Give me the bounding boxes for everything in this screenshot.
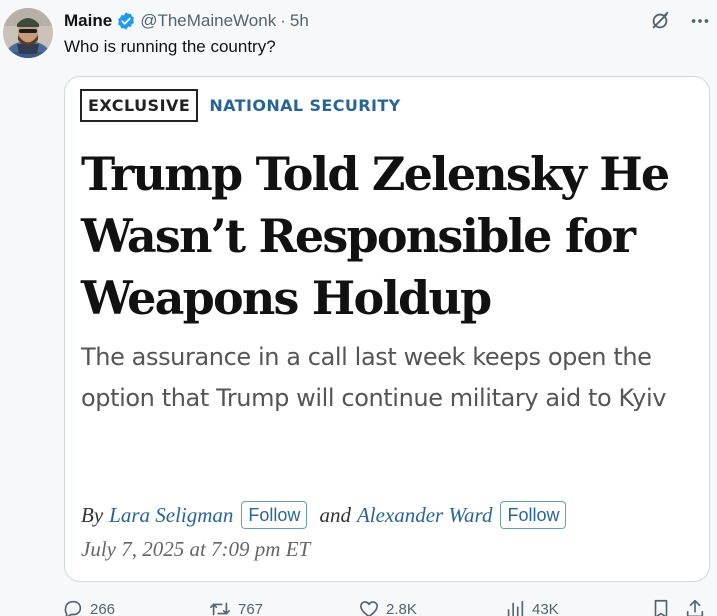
bookmark-icon	[650, 598, 672, 616]
views-icon	[504, 598, 526, 616]
byline-prefix: By	[81, 502, 104, 527]
post-text: Who is running the country?	[64, 37, 276, 56]
repost-button[interactable]: 767	[208, 598, 263, 616]
byline-and: and	[319, 502, 351, 527]
share-icon	[684, 598, 706, 616]
article-headline[interactable]: Trump Told Zelensky He Wasn’t Responsibl…	[81, 143, 681, 329]
reply-button[interactable]: 266	[62, 598, 115, 616]
author-handle[interactable]: @TheMaineWonk	[140, 11, 276, 31]
separator-dot: ·	[280, 11, 286, 30]
avatar[interactable]	[3, 8, 53, 58]
section-label[interactable]: NATIONAL SECURITY	[209, 96, 400, 115]
like-button[interactable]: 2.8K	[358, 598, 417, 616]
article-card[interactable]: EXCLUSIVE NATIONAL SECURITY Trump Told Z…	[64, 76, 710, 582]
repost-count: 767	[238, 600, 264, 616]
post-header: Maine @TheMaineWonk · 5h	[64, 10, 309, 32]
like-icon	[358, 598, 380, 616]
article-tags: EXCLUSIVE NATIONAL SECURITY	[80, 89, 401, 122]
follow-button-2[interactable]: Follow	[500, 501, 567, 529]
repost-icon	[208, 598, 232, 616]
share-button[interactable]	[684, 598, 706, 616]
more-icon[interactable]	[687, 8, 713, 34]
verified-icon	[116, 11, 136, 31]
reply-count: 266	[90, 600, 116, 616]
reply-icon	[62, 598, 84, 616]
author-link-2[interactable]: Alexander Ward	[357, 503, 493, 528]
article-date: July 7, 2025 at 7:09 pm ET	[81, 537, 311, 561]
top-icons	[647, 8, 713, 34]
author-name[interactable]: Maine	[64, 11, 112, 31]
tweet: Maine @TheMaineWonk · 5h Who is running …	[0, 0, 717, 616]
byline: By Lara Seligman Follow and Alexander Wa…	[81, 501, 567, 529]
views-button[interactable]: 43K	[504, 598, 559, 616]
action-bar: 266 767 2.8K 43K	[62, 598, 712, 616]
bookmark-button[interactable]	[650, 598, 672, 616]
exclusive-tag: EXCLUSIVE	[80, 89, 199, 122]
author-link-1[interactable]: Lara Seligman	[109, 503, 233, 528]
views-count: 43K	[532, 600, 559, 616]
article-dek: The assurance in a call last week keeps …	[81, 343, 667, 412]
grok-icon[interactable]	[647, 8, 673, 34]
like-count: 2.8K	[386, 600, 417, 616]
follow-button-1[interactable]: Follow	[241, 501, 308, 529]
post-time[interactable]: 5h	[290, 11, 309, 31]
